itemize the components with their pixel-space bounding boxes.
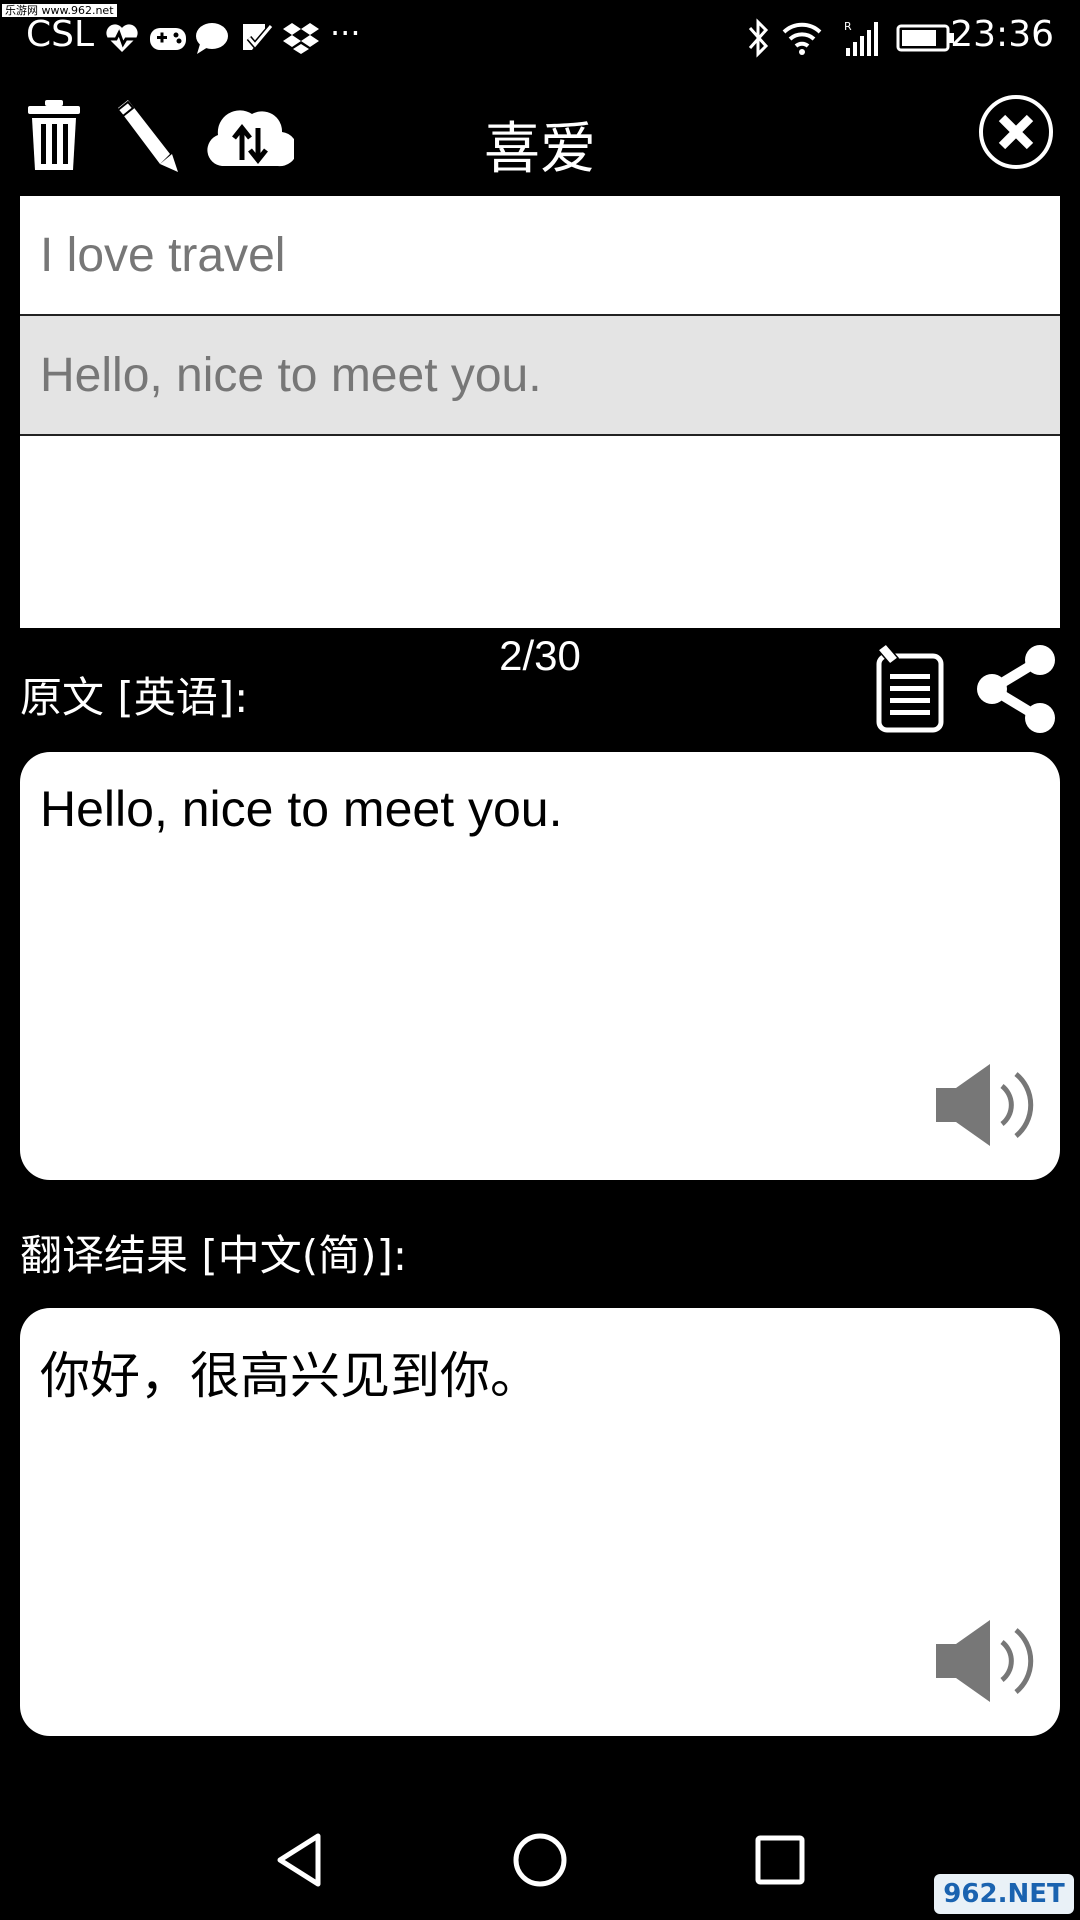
source-text: Hello, nice to meet you.	[40, 781, 563, 837]
result-language-label: 翻译结果 [中文(简)]:	[20, 1231, 408, 1280]
history-list: I love travel Hello, nice to meet you.	[20, 196, 1060, 628]
task-check-icon	[243, 24, 274, 50]
result-text: 你好，很高兴见到你。	[40, 1347, 540, 1405]
share-icon[interactable]	[972, 644, 1060, 734]
home-icon[interactable]	[512, 1832, 568, 1888]
carrier-label: CSL	[26, 14, 95, 55]
battery-icon	[896, 24, 954, 52]
source-text-box[interactable]: Hello, nice to meet you.	[20, 752, 1060, 1180]
speaker-icon[interactable]	[932, 1060, 1042, 1150]
wifi-icon	[782, 22, 822, 55]
back-icon[interactable]	[274, 1832, 324, 1888]
history-item[interactable]: I love travel	[20, 196, 1060, 316]
history-item-selected[interactable]: Hello, nice to meet you.	[20, 316, 1060, 436]
svg-text:R: R	[844, 20, 852, 33]
status-bar: 乐游网 www.962.net CSL ··· R 23:36	[0, 0, 1080, 76]
speaker-icon[interactable]	[932, 1616, 1042, 1706]
clock: 23:36	[950, 14, 1054, 55]
result-text-box[interactable]: 你好，很高兴见到你。	[20, 1308, 1060, 1736]
clipboard-icon[interactable]	[874, 644, 946, 734]
page-title: 喜爱	[484, 117, 596, 182]
heart-monitor-icon	[106, 24, 138, 52]
bluetooth-icon	[748, 18, 769, 58]
dropbox-icon	[283, 23, 319, 54]
cell-signal-icon: R	[844, 20, 878, 56]
chat-bubble-icon	[196, 23, 228, 54]
site-badge: 962.NET	[934, 1874, 1074, 1914]
recent-apps-icon[interactable]	[754, 1834, 806, 1886]
source-language-label: 原文 [英语]:	[20, 673, 249, 722]
navigation-bar	[0, 1800, 1080, 1920]
gamepad-icon	[150, 28, 186, 50]
more-notifications-icon: ···	[330, 14, 361, 52]
